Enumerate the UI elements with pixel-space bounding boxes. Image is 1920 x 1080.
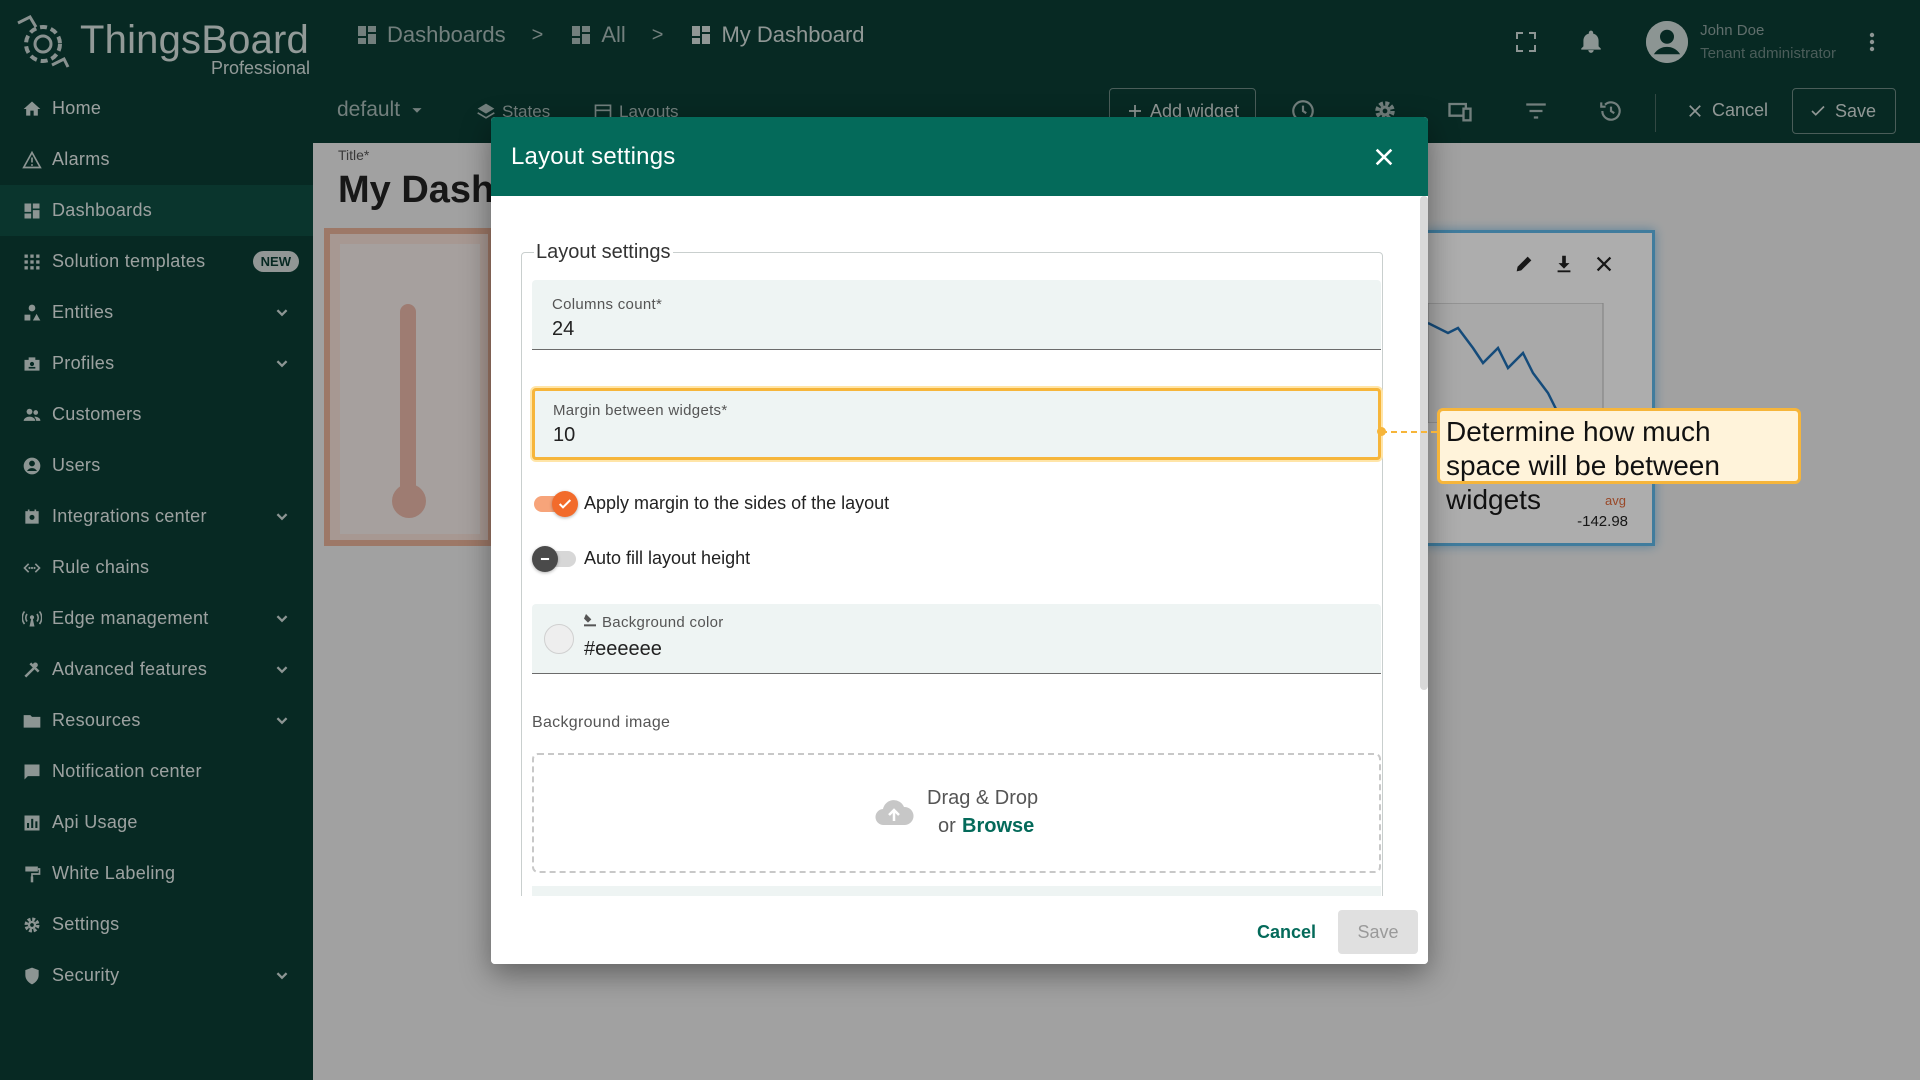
background-color-input[interactable] xyxy=(584,638,1364,661)
color-swatch[interactable] xyxy=(544,624,574,654)
background-color-field[interactable]: Background color xyxy=(532,604,1381,674)
columns-count-input[interactable] xyxy=(552,318,1332,341)
toggle-thumb xyxy=(532,546,558,572)
margin-input[interactable] xyxy=(553,424,1333,447)
close-icon xyxy=(1375,148,1393,166)
columns-count-label: Columns count* xyxy=(552,296,663,313)
apply-margin-label: Apply margin to the sides of the layout xyxy=(584,492,890,513)
background-image-dropzone[interactable]: Drag & Drop or Browse xyxy=(532,753,1381,873)
margin-between-widgets-field[interactable]: Margin between widgets* xyxy=(532,388,1381,460)
background-image-label: Background image xyxy=(532,714,671,731)
toggle-switch-off[interactable] xyxy=(532,546,578,572)
dialog-close-button[interactable] xyxy=(1370,143,1398,171)
dialog-title: Layout settings xyxy=(511,142,676,170)
toggle-thumb xyxy=(552,491,578,517)
columns-count-field[interactable]: Columns count* xyxy=(532,280,1381,350)
dialog-save-button[interactable]: Save xyxy=(1338,910,1418,954)
apply-margin-toggle[interactable]: Apply margin to the sides of the layout xyxy=(532,491,890,517)
dropzone-text: Drag & Drop xyxy=(927,787,1039,809)
color-fill-icon xyxy=(584,614,596,627)
dropzone-or: or xyxy=(938,815,956,837)
callout-connector xyxy=(1381,431,1437,433)
tutorial-callout: Determine how much space will be between… xyxy=(1437,408,1801,515)
dialog-body: Layout settings Columns count* Margin be… xyxy=(491,196,1428,896)
background-color-label: Background color xyxy=(602,614,724,631)
next-field-partial[interactable] xyxy=(532,886,1381,896)
toggle-switch-on[interactable] xyxy=(532,491,578,517)
dialog-scrollbar[interactable] xyxy=(1420,196,1428,690)
check-icon xyxy=(558,499,572,509)
cloud-upload-icon xyxy=(875,800,914,826)
margin-label: Margin between widgets* xyxy=(553,402,728,419)
group-legend: Layout settings xyxy=(536,241,671,263)
layout-settings-dialog: Layout settings Layout settings Columns … xyxy=(491,117,1428,964)
browse-link[interactable]: Browse xyxy=(962,815,1034,838)
dialog-header: Layout settings xyxy=(491,117,1428,196)
dialog-cancel-button[interactable]: Cancel xyxy=(1241,910,1332,954)
auto-fill-toggle[interactable]: Auto fill layout height xyxy=(532,546,751,572)
minus-icon xyxy=(540,557,550,561)
dialog-footer: Cancel Save xyxy=(491,896,1428,964)
auto-fill-label: Auto fill layout height xyxy=(584,547,751,568)
